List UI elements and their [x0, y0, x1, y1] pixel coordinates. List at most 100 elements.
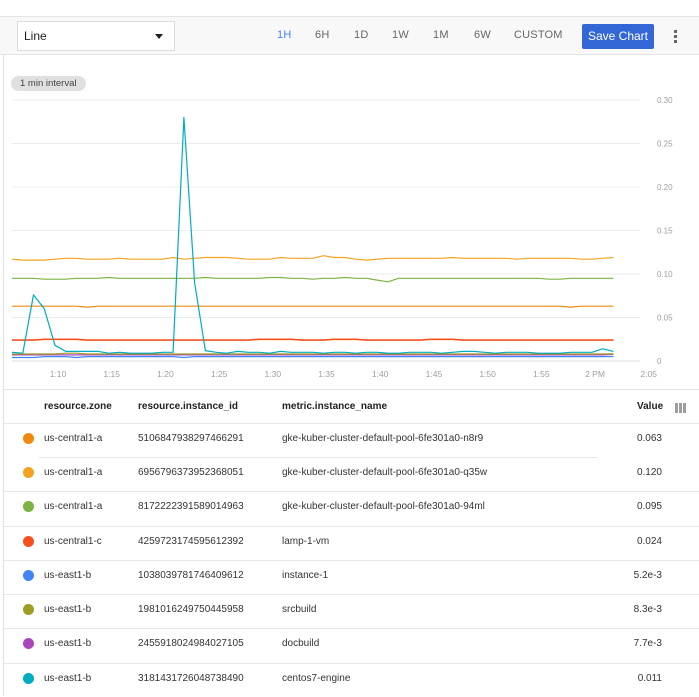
- cell-value: 0.120: [636, 467, 662, 478]
- y-tick-label: 0.05: [657, 314, 673, 323]
- range-button-6w[interactable]: 6W: [474, 29, 491, 41]
- header-instance-id[interactable]: resource.instance_id: [138, 401, 238, 412]
- table-row[interactable]: us-east1-b 2455918024984027105 docbuild 7.7…: [4, 628, 699, 662]
- more-vert-icon[interactable]: [670, 30, 680, 46]
- cell-zone: us-central1-a: [44, 467, 103, 478]
- row-divider: [4, 594, 699, 595]
- chart-toolbar: Line 1H 6H 1D 1W 1M 6W CUSTOM Save Chart: [0, 16, 699, 55]
- row-divider: [4, 663, 699, 664]
- cell-instance-id: 8172222391589014963: [138, 501, 244, 512]
- cell-zone: us-central1-a: [44, 501, 103, 512]
- cell-zone: us-east1-b: [44, 638, 92, 649]
- cell-instance-id: 5106847938297466291: [138, 433, 244, 444]
- series-line-gke-kuber-cluster-default-pool-6fe301a0-q35w: [11, 255, 614, 261]
- cell-instance-name: instance-1: [282, 570, 329, 581]
- x-axis-ticks: 1:10 1:15 1:20 1:25 1:30 1:35 1:40 1:45 1:50 1:55…: [50, 369, 658, 379]
- range-button-1d[interactable]: 1D: [354, 29, 368, 41]
- cell-instance-name: gke-kuber-cluster-default-pool-6fe301a0-…: [282, 501, 485, 512]
- series-color-dot: [23, 604, 34, 615]
- table-row[interactable]: us-central1-a 8172222391589014963 gke-kube…: [4, 491, 699, 525]
- table-row[interactable]: us-east1-b 1038039781746409612 instance-1 5…: [4, 560, 699, 594]
- chart-type-value: Line: [24, 29, 47, 43]
- cell-instance-id: 3181431726048738490: [138, 673, 244, 684]
- save-chart-button[interactable]: Save Chart: [582, 24, 654, 49]
- table-row[interactable]: us-central1-a 6956796373952368051 gke-kube…: [4, 457, 699, 491]
- cell-instance-name: lamp-1-vm: [282, 536, 330, 547]
- row-divider: [4, 628, 699, 629]
- cell-zone: us-east1-b: [44, 673, 92, 684]
- cell-instance-name: srcbuild: [282, 604, 317, 615]
- header-instance-name[interactable]: metric.instance_name: [282, 401, 387, 412]
- header-value[interactable]: Value: [637, 401, 663, 412]
- x-tick-label: 1:25: [211, 369, 228, 379]
- y-tick-label: 0.10: [657, 270, 673, 279]
- y-tick-label: 0.25: [657, 140, 673, 149]
- series-color-dot: [23, 673, 34, 684]
- cell-instance-id: 4259723174595612392: [138, 536, 244, 547]
- cell-instance-id: 1981016249750445958: [138, 604, 244, 615]
- cell-instance-name: docbuild: [282, 638, 320, 649]
- series-line-instance-1: [12, 355, 614, 359]
- row-divider: [4, 423, 699, 424]
- cell-value: 5.2e-3: [633, 570, 662, 581]
- cell-value: 0.024: [636, 536, 662, 547]
- cell-instance-id: 2455918024984027105: [138, 638, 244, 649]
- cell-zone: us-east1-b: [44, 570, 92, 581]
- x-tick-label: 2:05: [640, 369, 657, 379]
- cell-value: 0.095: [636, 501, 662, 512]
- table-row[interactable]: us-east1-b 3181431726048738490 centos7-eng…: [4, 663, 699, 697]
- series-color-dot: [23, 638, 34, 649]
- table-row[interactable]: us-central1-c 4259723174595612392 lamp-1-v…: [4, 526, 699, 560]
- x-tick-label: 1:55: [533, 369, 550, 379]
- cell-value: 7.7e-3: [633, 638, 662, 649]
- row-divider: [39, 457, 598, 458]
- chart-type-select[interactable]: Line: [17, 21, 175, 51]
- cell-value: 0.063: [636, 433, 662, 444]
- series-color-dot: [23, 536, 34, 547]
- table-row[interactable]: us-east1-b 1981016249750445958 srcbuild 8.3…: [4, 594, 699, 628]
- cell-zone: us-central1-c: [44, 536, 102, 547]
- row-divider: [4, 491, 699, 492]
- row-divider: [4, 526, 699, 527]
- gridlines: [12, 99, 640, 362]
- series-color-dot: [23, 433, 34, 444]
- series-color-dot: [23, 467, 34, 478]
- range-button-6h[interactable]: 6H: [315, 29, 329, 41]
- x-tick-label: 1:35: [318, 369, 335, 379]
- range-button-1w[interactable]: 1W: [392, 29, 409, 41]
- x-tick-label: 1:45: [426, 369, 443, 379]
- y-tick-label: 0.30: [657, 96, 673, 105]
- chart-divider: [3, 389, 699, 390]
- line-chart[interactable]: 00.050.100.150.200.250.30 1:10 1:15 1:20 1:…: [0, 90, 699, 385]
- series-line-lamp-1-vm: [12, 338, 614, 341]
- y-tick-label: 0.20: [657, 183, 673, 192]
- series-color-dot: [23, 501, 34, 512]
- series-line-gke-kuber-cluster-default-pool-6fe301a0-94ml: [12, 276, 614, 283]
- range-button-1h[interactable]: 1H: [277, 29, 291, 41]
- x-tick-label: 1:20: [157, 369, 174, 379]
- x-tick-label: 1:10: [50, 369, 67, 379]
- cell-value: 8.3e-3: [633, 604, 662, 615]
- caret-down-icon: [155, 34, 163, 39]
- y-axis-ticks: 0 0.05 0.10 0.15 0.20 0.25 0.30: [657, 96, 673, 366]
- x-tick-label: 1:50: [479, 369, 496, 379]
- range-button-custom[interactable]: CUSTOM: [514, 29, 563, 41]
- view-column-icon[interactable]: [675, 403, 688, 413]
- cell-instance-id: 6956796373952368051: [138, 467, 244, 478]
- x-tick-label: 1:15: [103, 369, 120, 379]
- cell-instance-name: centos7-engine: [282, 673, 351, 684]
- series-line-gke-kuber-cluster-default-pool-6fe301a0-n8r9: [12, 305, 614, 308]
- header-resource-zone[interactable]: resource.zone: [44, 401, 112, 412]
- series-line-srcbuild: [12, 352, 614, 355]
- x-tick-label: 1:30: [265, 369, 282, 379]
- series-lines: [11, 116, 614, 359]
- cell-instance-name: gke-kuber-cluster-default-pool-6fe301a0-…: [282, 467, 488, 478]
- cell-zone: us-central1-a: [44, 433, 103, 444]
- series-color-dot: [23, 570, 34, 581]
- range-button-1m[interactable]: 1M: [433, 29, 449, 41]
- interval-chip: 1 min interval: [11, 76, 86, 91]
- cell-value: 0.011: [637, 673, 662, 684]
- y-tick-label: 0.15: [657, 227, 673, 236]
- x-tick-label: 2 PM: [585, 369, 605, 379]
- table-row[interactable]: us-central1-a 5106847938297466291 gke-kube…: [4, 423, 699, 457]
